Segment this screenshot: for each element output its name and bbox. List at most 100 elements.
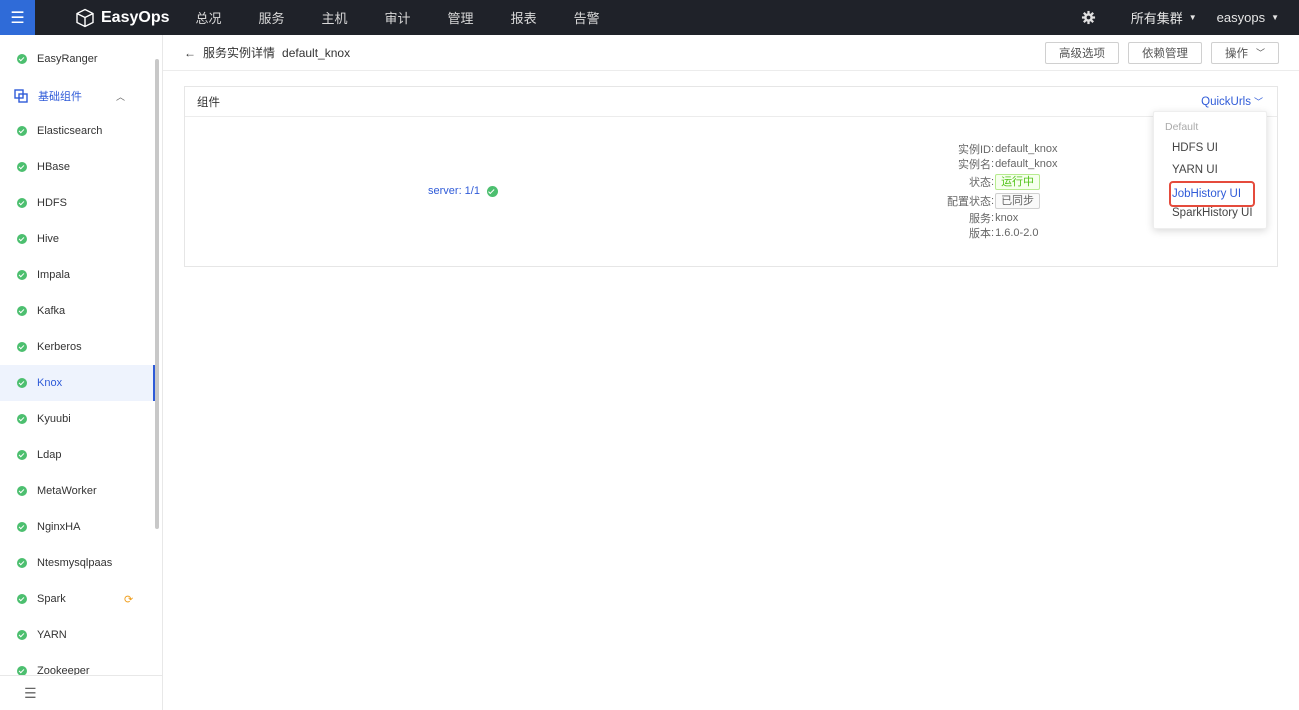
quickurls-label: QuickUrls bbox=[1201, 96, 1251, 108]
sidebar-item-hdfs[interactable]: HDFS bbox=[0, 185, 155, 221]
server-count: : 1/1 bbox=[458, 185, 480, 197]
back-link[interactable]: ← 服务实例详情 default_knox bbox=[184, 44, 350, 61]
sidebar: EasyRanger 基础组件 ︿ Elasticsearch HBase HD… bbox=[0, 35, 163, 710]
settings-button[interactable] bbox=[1081, 10, 1097, 26]
sidebar-item-label: Impala bbox=[37, 269, 71, 281]
info-key: 版本 bbox=[969, 228, 991, 241]
sidebar-item-kafka[interactable]: Kafka bbox=[0, 293, 155, 329]
sidebar-item-label: MetaWorker bbox=[37, 485, 97, 497]
logo[interactable]: EasyOps bbox=[75, 8, 169, 28]
caret-down-icon: ▼ bbox=[1188, 13, 1197, 22]
status-badge: 运行中 bbox=[995, 173, 1041, 190]
sidebar-item-yarn[interactable]: YARN bbox=[0, 617, 155, 653]
components-icon bbox=[14, 89, 28, 103]
status-ok-icon bbox=[17, 378, 27, 388]
sidebar-item-hbase[interactable]: HBase bbox=[0, 149, 155, 185]
menu-item-sparkhistory-ui[interactable]: SparkHistory UI bbox=[1172, 207, 1253, 219]
nav-services[interactable]: 服务 bbox=[259, 8, 285, 27]
status-ok-icon bbox=[17, 522, 27, 532]
status-ok-icon bbox=[17, 126, 27, 136]
sidebar-item-ntesmysqlpaas[interactable]: Ntesmysqlpaas bbox=[0, 545, 155, 581]
sidebar-item-spark[interactable]: Spark ⟳ bbox=[0, 581, 155, 617]
menu-item-yarn-ui[interactable]: YARN UI bbox=[1172, 164, 1218, 176]
dependency-manage-button[interactable]: 依赖管理 bbox=[1127, 41, 1202, 64]
sidebar-item-label: Kyuubi bbox=[37, 413, 71, 425]
arrow-left-icon: ← bbox=[184, 45, 196, 60]
nav-hosts[interactable]: 主机 bbox=[322, 8, 348, 27]
chevron-up-icon: ︿ bbox=[116, 91, 126, 102]
sidebar-item-label: HBase bbox=[37, 161, 71, 173]
info-key: 实例ID bbox=[958, 143, 991, 156]
info-sep: : bbox=[991, 142, 995, 155]
sidebar-item-label: Ntesmysqlpaas bbox=[37, 557, 113, 569]
info-row: 配置状态: 已同步 bbox=[920, 191, 1120, 210]
sidebar-item-kerberos[interactable]: Kerberos bbox=[0, 329, 155, 365]
sidebar-scrollbar[interactable] bbox=[155, 59, 159, 529]
quickurls-dropdown-trigger[interactable]: QuickUrls ﹀ bbox=[1201, 95, 1263, 108]
menu-group-label: Default bbox=[1165, 121, 1199, 133]
nav-admin[interactable]: 管理 bbox=[448, 8, 474, 27]
info-key: 配置状态 bbox=[947, 195, 991, 208]
info-value: default_knox bbox=[995, 158, 1058, 171]
hamburger-menu-button[interactable]: ☰ bbox=[0, 0, 35, 35]
cluster-selector[interactable]: 所有集群 ▼ bbox=[1131, 8, 1197, 27]
info-sep: : bbox=[991, 194, 995, 207]
sidebar-item-ldap[interactable]: Ldap bbox=[0, 437, 155, 473]
button-label: 依赖管理 bbox=[1141, 47, 1188, 60]
sidebar-item-label: Hive bbox=[37, 233, 60, 245]
menu-item-hdfs-ui[interactable]: HDFS UI bbox=[1172, 142, 1218, 154]
info-sep: : bbox=[991, 227, 995, 240]
sidebar-item-knox[interactable]: Knox bbox=[0, 365, 155, 401]
server-label: server bbox=[428, 185, 459, 197]
sidebar-item-elasticsearch[interactable]: Elasticsearch bbox=[0, 113, 155, 149]
info-row: 版本: 1.6.0-2.0 bbox=[920, 226, 1120, 242]
user-label: easyops bbox=[1216, 10, 1266, 25]
status-ok-icon bbox=[17, 234, 27, 244]
nav-overview[interactable]: 总况 bbox=[195, 8, 221, 27]
top-bar: ☰ EasyOps 总况 服务 主机 审计 管理 报表 告警 所有集群 ▼ ea… bbox=[0, 0, 1299, 35]
sidebar-item-label: EasyRanger bbox=[37, 53, 98, 65]
sidebar-item-kyuubi[interactable]: Kyuubi bbox=[0, 401, 155, 437]
status-ok-icon bbox=[486, 185, 498, 197]
sidebar-group-base-components[interactable]: 基础组件 ︿ bbox=[0, 78, 155, 114]
nav-audit[interactable]: 审计 bbox=[385, 8, 411, 27]
sidebar-item-label: NginxHA bbox=[37, 521, 81, 533]
sidebar-item-label: Spark bbox=[37, 593, 66, 605]
sidebar-item-impala[interactable]: Impala bbox=[0, 257, 155, 293]
info-key: 服务 bbox=[969, 212, 991, 225]
status-ok-icon bbox=[17, 630, 27, 640]
menu-item-jobhistory-ui[interactable]: JobHistory UI bbox=[1169, 181, 1255, 207]
status-ok-icon bbox=[17, 270, 27, 280]
status-ok-icon bbox=[17, 342, 27, 352]
info-row: 实例ID: default_knox bbox=[920, 141, 1120, 157]
gear-icon bbox=[1082, 10, 1096, 25]
sidebar-item-nginxha[interactable]: NginxHA bbox=[0, 509, 155, 545]
operations-button[interactable]: 操作 ﹀ bbox=[1210, 41, 1279, 64]
cluster-label: 所有集群 bbox=[1130, 11, 1183, 26]
status-ok-icon bbox=[17, 54, 27, 64]
sidebar-item-hive[interactable]: Hive bbox=[0, 221, 155, 257]
info-sep: : bbox=[991, 158, 995, 171]
server-component[interactable]: server : 1/1 bbox=[428, 185, 498, 197]
sidebar-item-easyranger[interactable]: EasyRanger bbox=[0, 41, 155, 77]
nav-alerts[interactable]: 告警 bbox=[574, 8, 600, 27]
nav-reports[interactable]: 报表 bbox=[511, 8, 537, 27]
sidebar-item-label: Kafka bbox=[37, 305, 66, 317]
collapse-menu-icon: ☰ bbox=[24, 684, 37, 701]
sidebar-item-label: YARN bbox=[37, 629, 67, 641]
sidebar-item-label: Ldap bbox=[37, 449, 62, 461]
status-ok-icon bbox=[17, 486, 27, 496]
user-menu[interactable]: easyops ▼ bbox=[1217, 10, 1279, 25]
info-sep: : bbox=[991, 211, 995, 224]
sidebar-item-metaworker[interactable]: MetaWorker bbox=[0, 473, 155, 509]
instance-name: default_knox bbox=[282, 45, 351, 60]
advanced-options-button[interactable]: 高级选项 bbox=[1044, 41, 1119, 64]
sidebar-item-label: Knox bbox=[37, 377, 63, 389]
info-value: knox bbox=[995, 211, 1019, 224]
instance-info: 实例ID: default_knox 实例名: default_knox 状态:… bbox=[920, 141, 1120, 241]
sidebar-group-label: 基础组件 bbox=[38, 91, 82, 103]
status-ok-icon bbox=[17, 306, 27, 316]
sidebar-item-label: Elasticsearch bbox=[37, 125, 103, 137]
main-nav: 总况 服务 主机 审计 管理 报表 告警 bbox=[195, 8, 636, 27]
sidebar-collapse-button[interactable]: ☰ bbox=[0, 675, 162, 710]
